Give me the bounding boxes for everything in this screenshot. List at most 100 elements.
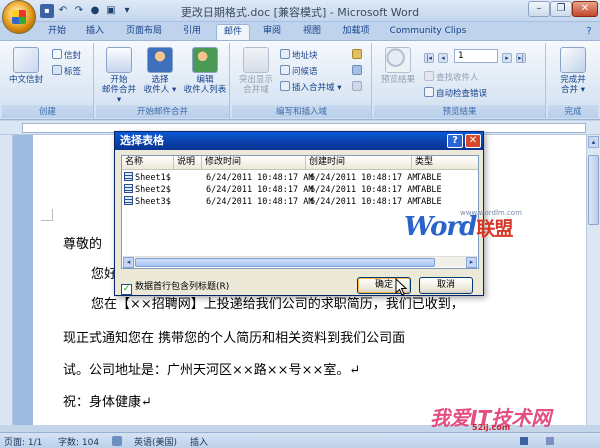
horizontal-scrollbar[interactable]: ◂ ▸: [123, 256, 477, 268]
address-block-button[interactable]: 地址块: [280, 49, 318, 61]
scroll-left-icon[interactable]: ◂: [123, 257, 134, 268]
status-bar: 页面: 1/1 字数: 104 英语(美国) 插入: [0, 432, 600, 448]
doc-line-4: 现正式通知您在 携带您的个人简历和相关资料到我们公司面: [63, 331, 406, 346]
page-count[interactable]: 页面: 1/1: [4, 435, 42, 448]
hscroll-thumb[interactable]: [135, 258, 435, 267]
dialog-close-button[interactable]: ✕: [465, 134, 481, 148]
finish-line1: 完成并: [560, 75, 586, 85]
magnifier-icon: [385, 47, 411, 73]
restore-button[interactable]: ❐: [550, 1, 572, 17]
match-fields-glyph-icon: [352, 65, 362, 75]
insert-field-icon: [280, 81, 290, 91]
row-modified: 6/24/2011 10:48:17 AM: [206, 173, 314, 183]
insert-mode-status[interactable]: 插入: [190, 435, 208, 448]
tab-review[interactable]: 审阅: [256, 24, 288, 40]
first-record-button[interactable]: |◂: [424, 51, 436, 63]
ribbon: 中文信封 信封 标签 创建 开始 邮件合并 ▾ 选择 收件人 ▾ 编辑 收件人列…: [0, 40, 600, 120]
finish-merge-button[interactable]: 完成并 合并 ▾: [550, 47, 596, 95]
help-icon[interactable]: ?: [582, 24, 596, 40]
last-record-button[interactable]: ▸|: [516, 51, 528, 63]
zoom-icon[interactable]: [546, 437, 554, 445]
chinese-envelope-label: 中文信封: [8, 75, 43, 85]
table-row[interactable]: Sheet1$ 6/24/2011 10:48:17 AM 6/24/2011 …: [122, 172, 478, 184]
auto-check-errors-button[interactable]: 自动检查错误: [424, 87, 487, 99]
insert-merge-field-button[interactable]: 插入合并域 ▾: [280, 81, 341, 93]
vertical-ruler[interactable]: [0, 135, 13, 425]
select-recipients-button[interactable]: 选择 收件人 ▾: [140, 47, 180, 95]
doc-line-6: 祝：身体健康↵: [63, 395, 152, 410]
update-labels-icon[interactable]: [352, 81, 364, 93]
start-merge-line1: 开始: [110, 75, 128, 85]
close-button[interactable]: ✕: [572, 1, 598, 17]
envelopes-button[interactable]: 信封: [52, 49, 81, 61]
row-name: Sheet3$: [124, 196, 171, 208]
edit-recipient-list-button[interactable]: 编辑 收件人列表: [182, 47, 228, 95]
group-preview-label: 预览结果: [374, 105, 545, 118]
label-icon: [52, 65, 62, 75]
tab-home[interactable]: 开始: [40, 24, 74, 40]
scroll-thumb[interactable]: [588, 155, 599, 225]
labels-label: 标签: [64, 67, 82, 77]
tab-page-layout[interactable]: 页面布局: [118, 24, 170, 40]
highlight-merge-fields-button[interactable]: 突出显示 合并域: [234, 47, 278, 95]
select-recipients-line1: 选择: [151, 75, 169, 85]
match-fields-icon[interactable]: [352, 65, 364, 77]
row-created: 6/24/2011 10:48:17 AM: [310, 185, 418, 195]
scroll-right-icon[interactable]: ▸: [466, 257, 477, 268]
tab-insert[interactable]: 插入: [78, 24, 112, 40]
word-count[interactable]: 字数: 104: [58, 435, 99, 448]
cancel-button[interactable]: 取消: [419, 277, 473, 294]
start-merge-line2: 邮件合并 ▾: [101, 85, 136, 105]
view-icon[interactable]: [520, 437, 528, 445]
watermark-site-url: 52ij.com: [472, 423, 511, 432]
col-name[interactable]: 名称: [122, 156, 174, 170]
update-labels-glyph-icon: [352, 81, 362, 91]
edit-list-line2: 收件人列表: [183, 85, 227, 95]
col-type[interactable]: 类型: [412, 156, 478, 170]
preview-results-button[interactable]: 预览结果: [376, 47, 420, 85]
scroll-up-icon[interactable]: ▴: [588, 136, 599, 148]
labels-button[interactable]: 标签: [52, 65, 81, 77]
table-row[interactable]: Sheet2$ 6/24/2011 10:48:17 AM 6/24/2011 …: [122, 184, 478, 196]
tab-references[interactable]: 引用: [176, 24, 208, 40]
group-start-merge: 开始 邮件合并 ▾ 选择 收件人 ▾ 编辑 收件人列表 开始邮件合并: [96, 43, 230, 119]
edit-list-line1: 编辑: [196, 75, 214, 85]
group-preview-results: 预览结果 |◂ ◂ 1 ▸ ▸| 查找收件人 自动检查错误 预览结果: [374, 43, 546, 119]
first-row-headers-checkbox[interactable]: ✓: [121, 284, 132, 295]
row-name-text: Sheet3$: [135, 197, 171, 207]
tab-mailings[interactable]: 邮件: [216, 24, 250, 40]
dialog-help-button[interactable]: ?: [447, 134, 463, 148]
language-status[interactable]: 英语(美国): [134, 435, 177, 448]
start-mail-merge-button[interactable]: 开始 邮件合并 ▾: [100, 47, 138, 105]
tab-view[interactable]: 视图: [296, 24, 328, 40]
greeting-line-button[interactable]: 问候语: [280, 65, 318, 77]
col-modified[interactable]: 修改时间: [202, 156, 306, 170]
table-row[interactable]: Sheet3$ 6/24/2011 10:48:17 AM 6/24/2011 …: [122, 196, 478, 208]
next-record-button[interactable]: ▸: [502, 51, 514, 63]
group-finish: 完成并 合并 ▾ 完成: [548, 43, 598, 119]
tab-community-clips[interactable]: Community Clips: [384, 24, 472, 40]
first-row-headers-option[interactable]: ✓ 数据首行包含列标题(R): [121, 279, 229, 295]
tab-addins[interactable]: 加载项: [336, 24, 376, 40]
proofing-icon[interactable]: [112, 436, 122, 446]
last-record-icon: ▸|: [516, 53, 526, 63]
greeting-line-icon: [280, 65, 290, 75]
minimize-button[interactable]: –: [528, 1, 550, 17]
office-button[interactable]: [2, 0, 36, 34]
find-recipient-button[interactable]: 查找收件人: [424, 71, 479, 83]
rules-icon[interactable]: [352, 49, 364, 61]
find-recipient-icon: [424, 71, 434, 81]
title-bar: ▪ ↶ ↷ ● ▣ ▾ 更改日期格式.doc [兼容模式] - Microsof…: [0, 0, 600, 34]
row-type: TABLE: [416, 173, 442, 183]
previous-record-button[interactable]: ◂: [438, 51, 450, 63]
record-number-input[interactable]: 1: [454, 49, 498, 63]
office-logo-icon: [12, 10, 26, 24]
doc-line-1: 尊敬的: [63, 237, 103, 252]
chinese-envelope-button[interactable]: 中文信封: [4, 47, 48, 85]
col-created[interactable]: 创建时间: [306, 156, 412, 170]
row-created: 6/24/2011 10:48:17 AM: [310, 197, 418, 207]
col-description[interactable]: 说明: [174, 156, 202, 170]
watermark-word-lm: Word联盟: [404, 212, 513, 242]
vertical-scrollbar[interactable]: ▴: [586, 135, 600, 425]
group-fields-label: 编写和插入域: [232, 105, 371, 118]
